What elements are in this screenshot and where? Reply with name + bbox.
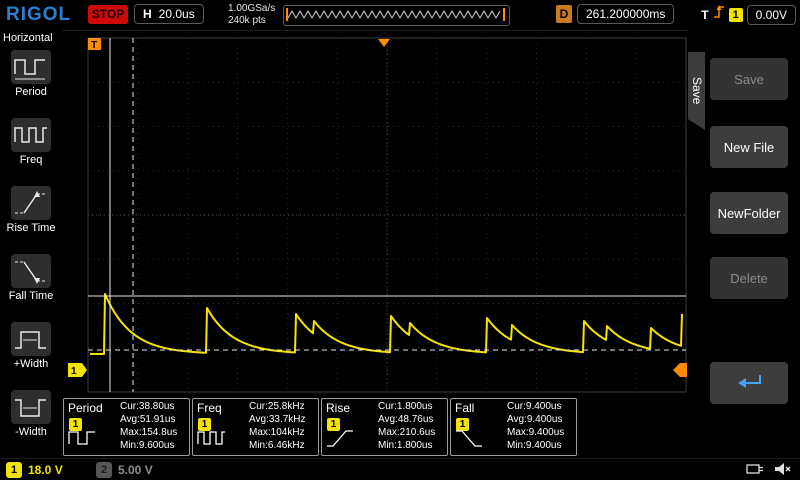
panel-values: Cur:1.800us Avg:48.76us Max:210.6us Min:… [378,400,435,452]
avg-value: Avg:33.7kHz [249,414,306,425]
minus-width-icon [11,390,51,424]
panel-values: Cur:38.80us Avg:51.91us Max:154.8us Min:… [120,400,177,452]
trigger-label: T [701,7,709,22]
min-value: Min:1.800us [378,440,433,451]
channel-1-badge: 1 [6,462,22,478]
max-value: Max:154.8us [120,427,178,438]
channel-2-badge: 2 [96,462,112,478]
sidebar-item-label: Fall Time [8,290,54,302]
menu-tab-save: Save [688,52,705,130]
measurement-panel-freq: Freq 1 Cur:25.8kHz Avg:33.7kHz Max:104kH… [192,398,319,456]
measurement-panel-period: Period 1 Cur:38.80us Avg:51.91us Max:154… [63,398,190,456]
channel-2-scale: 5.00 V [118,463,153,477]
sidebar-item-rise-time[interactable]: Rise Time [0,186,62,252]
timebase-value: 20.0us [158,7,195,21]
avg-value: Avg:51.91us [120,414,176,425]
plus-width-icon [11,322,51,356]
horizontal-measure-menu: Horizontal Period Freq Rise Time Fall Ti… [0,30,62,458]
sidebar-item-label: Period [15,86,47,98]
delay-value: 261.200000ms [577,4,675,24]
cur-value: Cur:9.400us [507,401,562,412]
channel-1-status[interactable]: 1 18.0 V [6,462,63,478]
sidebar-item-label: +Width [13,358,49,370]
sidebar-item-label: Freq [19,154,43,166]
freq-icon [196,427,226,454]
preview-waveform [286,8,505,21]
max-value: Max:9.400us [507,427,565,438]
rigol-logo: RIGOL [6,4,72,25]
period-icon [11,50,51,84]
memory-preview-strip [283,5,510,26]
return-arrow-icon [735,371,763,396]
avg-value: Avg:9.400us [507,414,563,425]
usb-icon [746,462,764,480]
rise-time-icon [11,186,51,220]
trigger-source-badge: 1 [728,7,743,22]
delay-group: D 261.200000ms [556,4,675,24]
panel-name: Rise [326,401,351,415]
channel-1-scale: 18.0 V [28,463,63,477]
speaker-muted-icon [774,461,792,480]
fall-time-icon [11,254,51,288]
delay-label: D [556,5,572,23]
cur-value: Cur:25.8kHz [249,401,305,412]
measurement-panel-rise: Rise 1 Cur:1.800us Avg:48.76us Max:210.6… [321,398,448,456]
channel-2-status[interactable]: 2 5.00 V [96,462,153,478]
min-value: Min:9.600us [120,440,175,451]
sample-info: 1.00GSa/s 240k pts [228,3,275,27]
avg-value: Avg:48.76us [378,414,434,425]
status-icons [746,461,792,480]
menu-title: Horizontal [3,32,53,44]
panel-name: Fall [455,401,475,415]
svg-text:T: T [91,40,97,51]
min-value: Min:6.46kHz [249,440,305,451]
freq-icon [11,118,51,152]
svg-text:1: 1 [71,366,77,377]
sidebar-item-period[interactable]: Period [0,50,62,116]
oscilloscope-screen: { "brand": "RIGOL", "top": { "stop": "ST… [0,0,800,480]
new-file-button[interactable]: New File [710,126,788,168]
channel-status-bar: 1 18.0 V 2 5.00 V [0,458,800,480]
sidebar-item-minus-width[interactable]: -Width [0,390,62,456]
return-button[interactable] [710,362,788,404]
trigger-level-value: 0.00V [746,4,796,25]
trigger-slope-icon [713,4,725,25]
period-icon [67,427,97,454]
panel-values: Cur:25.8kHz Avg:33.7kHz Max:104kHz Min:6… [249,400,306,452]
sidebar-item-fall-time[interactable]: Fall Time [0,254,62,320]
sidebar-item-label: Rise Time [6,222,56,234]
cur-value: Cur:1.800us [378,401,433,412]
fall-icon [454,427,484,454]
measurement-panels: Period 1 Cur:38.80us Avg:51.91us Max:154… [63,398,577,456]
cur-value: Cur:38.80us [120,401,175,412]
top-status-bar: RIGOL STOP H 20.0us 1.00GSa/s 240k pts D… [0,0,800,31]
panel-name: Freq [197,401,222,415]
panel-values: Cur:9.400us Avg:9.400us Max:9.400us Min:… [507,400,564,452]
delete-button[interactable]: Delete [710,257,788,299]
horizontal-timebase-box: H 20.0us [134,4,204,24]
sample-rate: 1.00GSa/s [228,3,276,14]
panel-name: Period [68,401,103,415]
sidebar-item-freq[interactable]: Freq [0,118,62,184]
sidebar-item-plus-width[interactable]: +Width [0,322,62,388]
waveform-graticule: T1 [68,37,687,393]
trigger-group: T 1 0.00V [701,4,796,25]
rise-icon [325,427,355,454]
save-menu: Save Save New File NewFolder Delete [688,30,800,458]
min-value: Min:9.400us [507,440,562,451]
max-value: Max:104kHz [249,427,305,438]
sidebar-item-label: -Width [15,426,47,438]
max-value: Max:210.6us [378,427,436,438]
save-button[interactable]: Save [710,58,788,100]
run-state-badge: STOP [88,5,128,24]
new-folder-button[interactable]: NewFolder [710,192,788,234]
h-label: H [143,7,152,21]
measurement-panel-fall: Fall 1 Cur:9.400us Avg:9.400us Max:9.400… [450,398,577,456]
memory-depth: 240k pts [228,15,266,26]
scope-display: T1 [62,30,688,458]
